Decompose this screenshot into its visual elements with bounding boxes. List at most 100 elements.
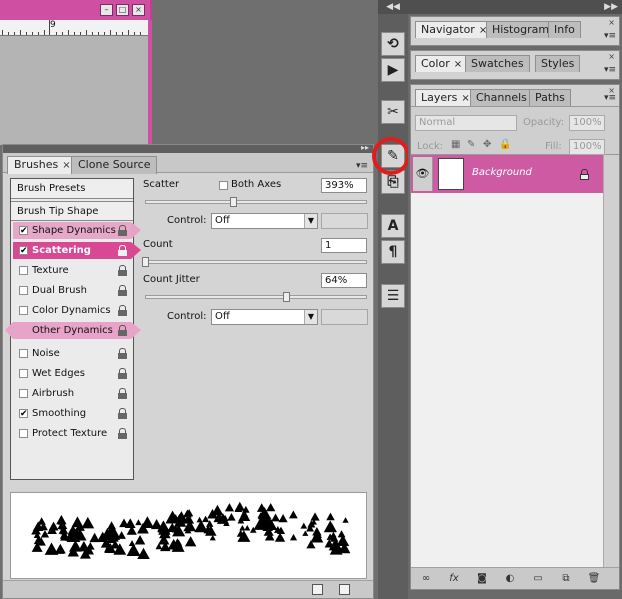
checkbox[interactable] [19, 306, 28, 315]
maximize-button[interactable]: □ [116, 4, 129, 16]
tab-paths[interactable]: Paths [529, 89, 571, 106]
lock-all-icon[interactable]: 🔒 [499, 139, 511, 150]
both-axes-checkbox[interactable] [219, 181, 228, 190]
new-preset-icon[interactable] [312, 584, 323, 595]
tab-info[interactable]: Info [548, 21, 581, 38]
lock-icon[interactable] [118, 225, 127, 236]
tab-clone-source[interactable]: Clone Source [71, 156, 158, 174]
scatter-slider[interactable] [145, 200, 367, 204]
close-tab-icon[interactable]: × [454, 59, 462, 70]
tab-color[interactable]: Color × [415, 55, 469, 72]
tab-channels[interactable]: Channels [470, 89, 533, 106]
layers-scrollbar[interactable] [603, 155, 619, 567]
count-input[interactable]: 1 [321, 238, 367, 253]
brush-tip-shape-item[interactable]: Brush Tip Shape [11, 201, 133, 221]
character-icon[interactable]: A [381, 214, 405, 238]
chevron-down-icon[interactable]: ▼ [304, 214, 317, 228]
close-panel-icon[interactable]: × [608, 52, 615, 61]
actions-icon[interactable]: ▶ [381, 58, 405, 82]
notes-icon[interactable]: ☰ [381, 284, 405, 308]
checkbox[interactable] [19, 389, 28, 398]
checkbox[interactable] [19, 266, 28, 275]
lock-icon[interactable] [118, 388, 127, 399]
list-item-airbrush[interactable]: Airbrush [13, 385, 131, 402]
opacity-input[interactable]: 100% [569, 115, 605, 131]
list-item-wet-edges[interactable]: Wet Edges [13, 365, 131, 382]
lock-icon[interactable] [118, 348, 127, 359]
lock-icon[interactable] [118, 305, 127, 316]
lock-transparent-icon[interactable]: ▦ [451, 139, 460, 150]
scatter-slider-thumb[interactable] [230, 197, 237, 207]
count-slider-thumb[interactable] [142, 257, 149, 267]
scatter-input[interactable]: 393% [321, 178, 367, 193]
folder-icon[interactable]: ▭ [531, 572, 545, 585]
list-item-other-dynamics[interactable]: Other Dynamics [5, 322, 141, 339]
count-jitter-slider-thumb[interactable] [283, 292, 290, 302]
checkbox[interactable] [19, 349, 28, 358]
new-layer-icon[interactable]: ⧉ [559, 572, 573, 585]
layer-row-background[interactable]: 👁 Background [411, 155, 603, 193]
minimize-button[interactable]: – [100, 4, 113, 16]
panel-menu-icon[interactable]: ▾≡ [604, 65, 616, 75]
tab-histogram[interactable]: Histogram [486, 21, 556, 38]
list-item-scattering[interactable]: ✔ Scattering [13, 242, 141, 259]
lock-icon[interactable] [118, 368, 127, 379]
list-item-smoothing[interactable]: ✔ Smoothing [13, 405, 131, 422]
tab-layers[interactable]: Layers × [415, 89, 476, 106]
list-item-protect-texture[interactable]: Protect Texture [13, 425, 131, 442]
expand-arrows-icon[interactable]: ▶▶ [604, 0, 618, 14]
list-item-texture[interactable]: Texture [13, 262, 131, 279]
list-item-dual-brush[interactable]: Dual Brush [13, 282, 131, 299]
lock-icon[interactable] [118, 245, 127, 256]
tab-brushes[interactable]: Brushes × [7, 156, 78, 174]
panel-menu-icon[interactable]: ▾≡ [604, 31, 616, 41]
checkbox[interactable] [19, 429, 28, 438]
checkbox[interactable] [19, 369, 28, 378]
collapse-arrows-icon[interactable]: ▸▸ [361, 143, 369, 152]
close-tab-icon[interactable]: × [62, 160, 70, 171]
close-tab-icon[interactable]: × [461, 93, 469, 104]
fx-icon[interactable]: fx [447, 572, 461, 585]
checkbox[interactable]: ✔ [19, 226, 28, 236]
panel-menu-icon[interactable]: ▾≡ [356, 161, 370, 171]
panel-menu-icon[interactable]: ▾≡ [604, 93, 616, 103]
checkbox[interactable] [19, 286, 28, 295]
close-button[interactable]: × [132, 4, 145, 16]
fill-input[interactable]: 100% [569, 139, 605, 155]
lock-icon[interactable] [118, 265, 127, 276]
collapse-arrows-icon[interactable]: ◀◀ [378, 0, 408, 14]
tab-styles[interactable]: Styles [535, 55, 581, 72]
trash-icon[interactable] [339, 584, 350, 595]
checkbox[interactable]: ✔ [19, 246, 28, 256]
lock-icon[interactable] [118, 408, 127, 419]
checkbox[interactable]: ✔ [19, 409, 28, 419]
tab-swatches[interactable]: Swatches [465, 55, 530, 72]
tool-presets-icon[interactable]: ✂ [381, 100, 405, 124]
count-jitter-input[interactable]: 64% [321, 273, 367, 288]
blend-mode-select[interactable]: Normal [415, 115, 517, 131]
layer-name[interactable]: Background [472, 167, 532, 178]
panel-header-bar[interactable]: ▸▸ [3, 143, 373, 153]
tab-navigator[interactable]: Navigator × [415, 21, 494, 38]
list-item-noise[interactable]: Noise [13, 345, 131, 362]
lock-image-icon[interactable]: ✎ [467, 139, 475, 150]
control-select[interactable]: Off ▼ [211, 309, 318, 325]
lock-icon[interactable] [118, 428, 127, 439]
collapse-arrows-icon[interactable]: ▶▶ [408, 0, 622, 14]
brush-presets-item[interactable]: Brush Presets [11, 179, 133, 199]
eye-icon[interactable]: 👁 [413, 157, 433, 191]
control-select[interactable]: Off ▼ [211, 213, 318, 229]
chevron-down-icon[interactable]: ▼ [304, 310, 317, 324]
link-icon[interactable]: ∞ [419, 572, 433, 585]
paragraph-icon[interactable]: ¶ [381, 240, 405, 264]
document-titlebar[interactable]: – □ × [0, 0, 152, 20]
layer-thumbnail[interactable] [438, 158, 464, 190]
lock-position-icon[interactable]: ✥ [483, 139, 491, 150]
lock-icon[interactable] [118, 325, 127, 336]
history-icon[interactable]: ⟲ [381, 32, 405, 56]
count-slider[interactable] [145, 260, 367, 264]
close-panel-icon[interactable]: × [608, 18, 615, 27]
mask-icon[interactable]: ◙ [475, 572, 489, 585]
list-item-color-dynamics[interactable]: Color Dynamics [13, 302, 131, 319]
list-item-shape-dynamics[interactable]: ✔ Shape Dynamics [13, 222, 141, 239]
